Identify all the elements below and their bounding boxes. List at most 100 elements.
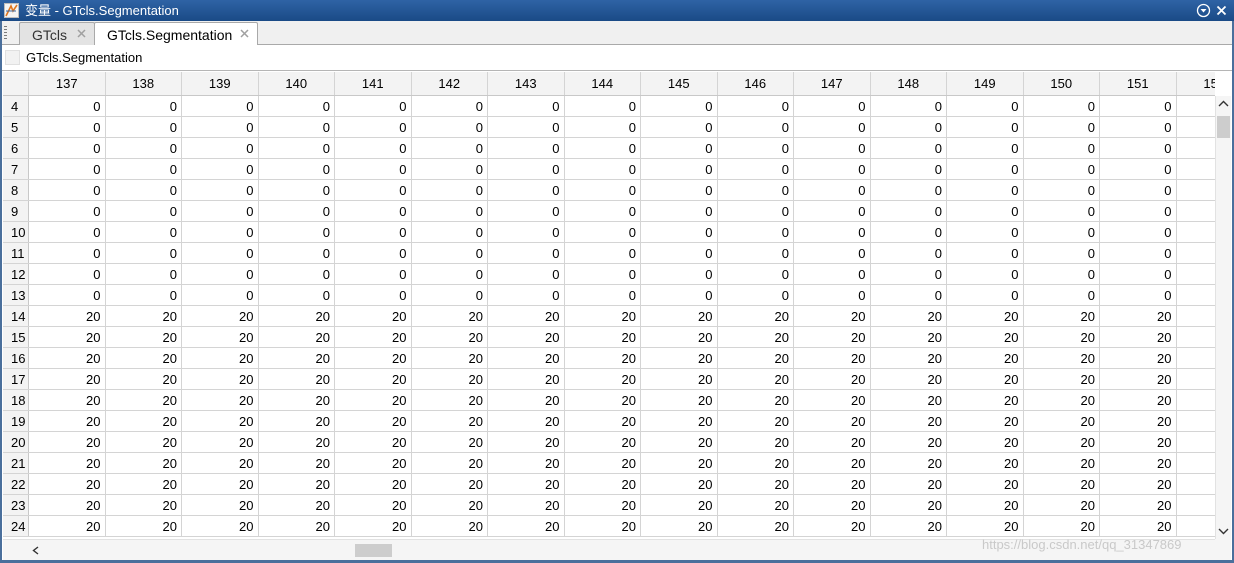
table-cell[interactable]: 20 xyxy=(28,368,106,390)
table-cell[interactable]: 2 xyxy=(1176,431,1215,453)
table-cell[interactable]: 20 xyxy=(334,389,412,411)
table-cell[interactable]: 20 xyxy=(181,326,259,348)
table-cell[interactable]: 20 xyxy=(640,431,718,453)
table-cell[interactable]: 2 xyxy=(1176,410,1215,432)
table-cell[interactable]: 0 xyxy=(640,179,718,201)
table-cell[interactable]: 0 xyxy=(717,284,794,306)
table-cell[interactable]: 20 xyxy=(487,452,565,474)
table-cell[interactable]: 20 xyxy=(28,326,106,348)
table-cell[interactable]: 0 xyxy=(105,221,182,243)
table-cell[interactable]: 0 xyxy=(564,221,641,243)
table-cell[interactable]: 0 xyxy=(411,179,488,201)
table-cell[interactable]: 2 xyxy=(1176,494,1215,516)
table-cell[interactable]: 20 xyxy=(258,305,335,327)
row-header[interactable]: 12 xyxy=(3,263,29,285)
table-cell[interactable] xyxy=(1176,116,1215,138)
table-cell[interactable]: 0 xyxy=(487,158,565,180)
close-tab-icon[interactable] xyxy=(76,28,87,39)
column-header-151[interactable]: 151 xyxy=(1099,72,1177,96)
column-header-139[interactable]: 139 xyxy=(181,72,259,96)
table-cell[interactable]: 20 xyxy=(411,431,488,453)
table-cell[interactable]: 0 xyxy=(640,263,718,285)
table-cell[interactable]: 20 xyxy=(487,410,565,432)
table-cell[interactable]: 0 xyxy=(28,221,106,243)
table-cell[interactable]: 20 xyxy=(258,494,335,516)
table-cell[interactable]: 0 xyxy=(258,284,335,306)
table-cell[interactable]: 0 xyxy=(258,221,335,243)
table-cell[interactable]: 20 xyxy=(105,431,182,453)
table-cell[interactable]: 20 xyxy=(411,368,488,390)
table-cell[interactable]: 20 xyxy=(258,347,335,369)
row-header[interactable]: 5 xyxy=(3,116,29,138)
table-cell[interactable]: 0 xyxy=(411,95,488,117)
table-cell[interactable]: 0 xyxy=(105,263,182,285)
vertical-scrollbar[interactable] xyxy=(1215,96,1231,539)
table-cell[interactable]: 0 xyxy=(334,116,412,138)
table-cell[interactable] xyxy=(1176,179,1215,201)
table-cell[interactable] xyxy=(1176,284,1215,306)
table-cell[interactable]: 20 xyxy=(411,515,488,537)
table-cell[interactable]: 20 xyxy=(1099,410,1177,432)
row-header[interactable]: 17 xyxy=(3,368,29,390)
table-cell[interactable]: 20 xyxy=(28,389,106,411)
table-cell[interactable]: 20 xyxy=(640,326,718,348)
row-header[interactable]: 21 xyxy=(3,452,29,474)
table-cell[interactable]: 0 xyxy=(181,116,259,138)
table-cell[interactable]: 20 xyxy=(411,305,488,327)
table-cell[interactable]: 0 xyxy=(28,95,106,117)
table-cell[interactable]: 0 xyxy=(564,116,641,138)
table-cell[interactable]: 0 xyxy=(870,137,947,159)
table-cell[interactable]: 0 xyxy=(946,179,1024,201)
table-cell[interactable]: 20 xyxy=(717,494,794,516)
table-cell[interactable]: 0 xyxy=(946,263,1024,285)
table-cell[interactable]: 20 xyxy=(487,389,565,411)
horizontal-scroll-thumb[interactable] xyxy=(355,544,392,557)
table-cell[interactable]: 20 xyxy=(1023,494,1100,516)
table-cell[interactable]: 20 xyxy=(717,473,794,495)
table-cell[interactable]: 20 xyxy=(793,305,871,327)
table-cell[interactable]: 20 xyxy=(28,515,106,537)
table-cell[interactable]: 20 xyxy=(946,494,1024,516)
table-cell[interactable]: 0 xyxy=(946,137,1024,159)
table-cell[interactable]: 20 xyxy=(946,410,1024,432)
table-cell[interactable]: 0 xyxy=(105,242,182,264)
table-cell[interactable]: 20 xyxy=(1023,347,1100,369)
table-cell[interactable]: 0 xyxy=(334,221,412,243)
table-cell[interactable]: 20 xyxy=(640,368,718,390)
table-cell[interactable]: 20 xyxy=(28,410,106,432)
table-cell[interactable]: 0 xyxy=(1023,137,1100,159)
table-cell[interactable]: 20 xyxy=(181,494,259,516)
table-cell[interactable]: 20 xyxy=(793,473,871,495)
table-cell[interactable]: 2 xyxy=(1176,473,1215,495)
table-cell[interactable]: 20 xyxy=(181,473,259,495)
table-cell[interactable]: 20 xyxy=(28,431,106,453)
table-cell[interactable]: 20 xyxy=(946,326,1024,348)
table-cell[interactable]: 0 xyxy=(334,95,412,117)
column-header-141[interactable]: 141 xyxy=(334,72,412,96)
table-cell[interactable]: 20 xyxy=(717,431,794,453)
table-cell[interactable]: 20 xyxy=(105,473,182,495)
table-cell[interactable]: 0 xyxy=(411,284,488,306)
table-cell[interactable]: 0 xyxy=(181,95,259,117)
table-cell[interactable]: 20 xyxy=(1099,515,1177,537)
table-cell[interactable]: 0 xyxy=(793,179,871,201)
table-cell[interactable]: 20 xyxy=(793,326,871,348)
table-cell[interactable]: 0 xyxy=(717,263,794,285)
table-cell[interactable]: 20 xyxy=(258,431,335,453)
table-cell[interactable]: 0 xyxy=(870,179,947,201)
table-cell[interactable]: 20 xyxy=(1023,326,1100,348)
table-cell[interactable]: 20 xyxy=(334,431,412,453)
table-cell[interactable]: 20 xyxy=(181,305,259,327)
column-header-148[interactable]: 148 xyxy=(870,72,947,96)
vertical-scroll-thumb[interactable] xyxy=(1217,116,1230,138)
table-cell[interactable]: 20 xyxy=(411,494,488,516)
table-cell[interactable]: 20 xyxy=(258,473,335,495)
table-cell[interactable]: 20 xyxy=(411,389,488,411)
table-cell[interactable]: 20 xyxy=(793,452,871,474)
table-cell[interactable]: 0 xyxy=(487,200,565,222)
table-cell[interactable]: 20 xyxy=(411,452,488,474)
table-cell[interactable]: 20 xyxy=(334,473,412,495)
table-cell[interactable]: 20 xyxy=(1023,410,1100,432)
table-cell[interactable]: 0 xyxy=(1023,284,1100,306)
table-cell[interactable]: 0 xyxy=(793,263,871,285)
